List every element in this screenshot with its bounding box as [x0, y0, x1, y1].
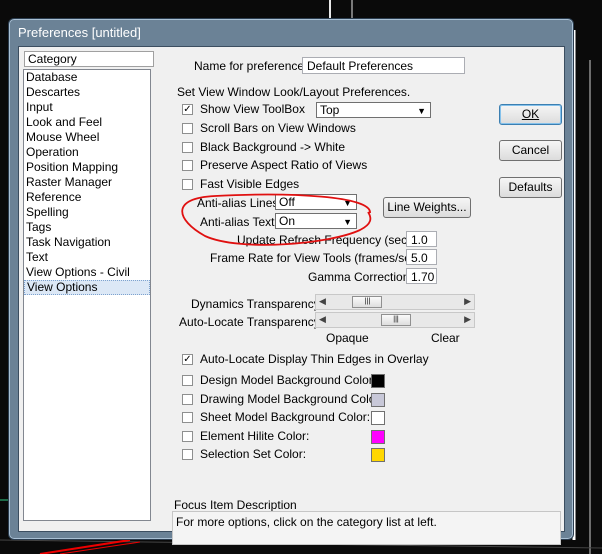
antialias-text-dropdown[interactable]: On ▼: [275, 213, 357, 229]
thin-edges-label: Auto-Locate Display Thin Edges in Overla…: [200, 352, 429, 366]
category-header: Category: [24, 51, 154, 67]
autolocate-slider[interactable]: ◀ ||| ▶: [315, 312, 475, 328]
focus-description: For more options, click on the category …: [172, 511, 561, 545]
category-item[interactable]: Database: [24, 70, 150, 85]
category-item[interactable]: Tags: [24, 220, 150, 235]
preferences-dialog: Preferences [untitled] Category Database…: [8, 18, 574, 545]
color-swatch[interactable]: [371, 392, 385, 407]
color-label: Element Hilite Color:: [200, 428, 310, 443]
dynamics-label: Dynamics Transparency:: [191, 297, 324, 311]
dynamics-slider[interactable]: ◀ ||| ▶: [315, 294, 475, 310]
fast-edges-label: Fast Visible Edges: [200, 177, 300, 191]
color-checkbox[interactable]: [182, 430, 193, 442]
category-item[interactable]: Position Mapping: [24, 160, 150, 175]
scroll-bars-label: Scroll Bars on View Windows: [200, 121, 356, 135]
toolbox-position-dropdown[interactable]: Top ▼: [316, 102, 431, 118]
chevron-down-icon: ▼: [417, 106, 426, 116]
color-checkbox[interactable]: [182, 449, 193, 461]
category-item[interactable]: View Options: [24, 280, 150, 295]
color-label: Sheet Model Background Color:: [200, 410, 371, 425]
fast-edges-checkbox[interactable]: [182, 179, 193, 190]
category-item[interactable]: Mouse Wheel: [24, 130, 150, 145]
color-swatch[interactable]: [371, 429, 385, 444]
black-background-label: Black Background -> White: [200, 140, 346, 154]
name-label: Name for preferences: [194, 59, 311, 73]
gamma-field[interactable]: 1.70: [406, 268, 437, 284]
autolocate-trans-label: Auto-Locate Transparency:: [179, 315, 324, 329]
antialias-text-label: Anti-alias Text:: [200, 215, 278, 229]
color-checkbox[interactable]: [182, 393, 193, 405]
color-swatch[interactable]: [371, 411, 385, 426]
category-list[interactable]: Database Descartes Input Look and Feel Mouse…: [23, 69, 151, 521]
left-arrow-icon[interactable]: ◀: [319, 314, 326, 325]
color-swatch[interactable]: [371, 374, 385, 388]
name-field[interactable]: Default Preferences: [302, 57, 465, 74]
section-title: Set View Window Look/Layout Preferences.: [177, 85, 411, 99]
right-arrow-icon[interactable]: ▶: [464, 314, 471, 325]
slider-thumb[interactable]: |||: [352, 296, 383, 308]
chevron-down-icon: ▼: [343, 217, 352, 227]
category-item[interactable]: Operation: [24, 145, 150, 160]
category-item[interactable]: Input: [24, 100, 150, 115]
title-bar[interactable]: Preferences [untitled]: [9, 19, 573, 45]
refresh-label: Update Refresh Frequency (secs):: [237, 233, 421, 247]
left-arrow-icon[interactable]: ◀: [319, 296, 326, 307]
color-label: Design Model Background Color:: [200, 373, 377, 387]
frame-rate-field[interactable]: 5.0: [406, 249, 437, 265]
scroll-bars-checkbox[interactable]: [182, 123, 193, 134]
right-arrow-icon[interactable]: ▶: [464, 296, 471, 307]
focus-title: Focus Item Description: [174, 498, 297, 512]
cancel-button[interactable]: Cancel: [499, 140, 562, 161]
clear-label: Clear: [431, 331, 460, 345]
aspect-ratio-checkbox[interactable]: [182, 160, 193, 171]
color-swatch[interactable]: [371, 448, 385, 463]
category-item[interactable]: Raster Manager: [24, 175, 150, 190]
chevron-down-icon: ▼: [343, 198, 352, 208]
black-background-checkbox[interactable]: [182, 142, 193, 153]
category-item[interactable]: Descartes: [24, 85, 150, 100]
antialias-lines-label: Anti-alias Lines:: [197, 196, 282, 210]
color-label: Selection Set Color:: [200, 447, 307, 462]
category-item[interactable]: Look and Feel: [24, 115, 150, 130]
aspect-ratio-label: Preserve Aspect Ratio of Views: [200, 158, 368, 172]
color-checkbox[interactable]: [182, 412, 193, 424]
show-toolbox-checkbox[interactable]: ✓: [182, 104, 193, 115]
category-item[interactable]: Reference: [24, 190, 150, 205]
antialias-lines-dropdown[interactable]: Off ▼: [275, 194, 357, 210]
line-weights-button[interactable]: Line Weights...: [383, 197, 471, 218]
color-label: Drawing Model Background Color:: [200, 391, 383, 406]
slider-thumb[interactable]: |||: [381, 314, 411, 326]
opaque-label: Opaque: [326, 331, 369, 345]
frame-rate-label: Frame Rate for View Tools (frames/sec):: [210, 251, 425, 265]
thin-edges-checkbox[interactable]: ✓: [182, 354, 193, 365]
gamma-label: Gamma Correction:: [308, 270, 413, 284]
category-item[interactable]: Spelling: [24, 205, 150, 220]
color-checkbox[interactable]: [182, 375, 193, 386]
defaults-button[interactable]: Defaults: [499, 177, 562, 198]
focus-text: For more options, click on the category …: [176, 515, 437, 529]
dialog-client: Category Database Descartes Input Look and …: [18, 46, 565, 545]
window-title: Preferences [untitled]: [18, 25, 141, 40]
show-toolbox-label: Show View ToolBox: [200, 102, 305, 116]
ok-button[interactable]: OK: [499, 104, 562, 125]
category-item[interactable]: View Options - Civil: [24, 265, 150, 280]
category-item[interactable]: Text: [24, 250, 150, 265]
refresh-field[interactable]: 1.0: [406, 231, 437, 247]
category-item[interactable]: Task Navigation: [24, 235, 150, 250]
